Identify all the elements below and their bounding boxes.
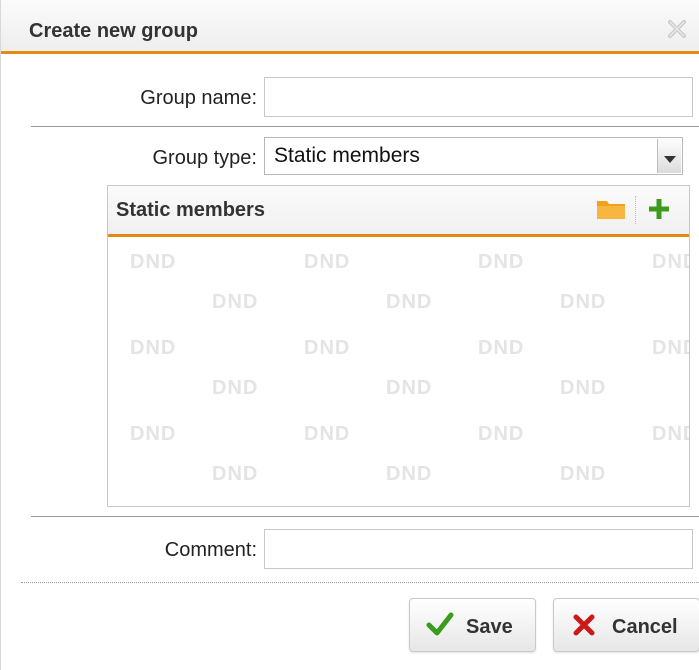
dnd-watermark: DND — [212, 291, 259, 313]
save-button[interactable]: Save — [409, 598, 536, 652]
dnd-watermark: DND — [130, 337, 177, 359]
checkmark-icon — [426, 612, 454, 636]
group-type-select[interactable]: Static members — [264, 137, 683, 175]
folder-icon[interactable] — [596, 198, 626, 220]
cancel-button-label: Cancel — [612, 616, 678, 638]
chevron-down-icon[interactable] — [657, 139, 681, 173]
dnd-watermark: DND — [130, 423, 177, 445]
header-separator — [635, 196, 636, 224]
create-group-dialog: Create new group Group name: Group type:… — [0, 0, 699, 670]
group-name-input[interactable] — [264, 77, 693, 117]
save-button-label: Save — [466, 616, 513, 638]
dnd-watermark: DND — [304, 423, 351, 445]
static-members-header: Static members — [108, 186, 689, 237]
dialog-title: Create new group — [29, 20, 198, 42]
group-type-selected-value: Static members — [274, 144, 420, 167]
dnd-watermark: DND — [652, 423, 689, 445]
dnd-watermark: DND — [130, 251, 177, 273]
x-icon — [573, 614, 595, 636]
footer-divider — [21, 582, 699, 583]
dnd-watermark: DND — [212, 377, 259, 399]
dnd-watermark: DND — [652, 337, 689, 359]
dnd-watermark: DND — [304, 251, 351, 273]
static-members-drop-area[interactable]: DND DND DND DND DND DND DND DND DND DND … — [108, 237, 689, 506]
static-members-panel: Static members DND DND DND DND DND DND D… — [107, 185, 690, 507]
comment-label: Comment: — [164, 539, 257, 561]
dnd-watermark: DND — [386, 377, 433, 399]
group-name-label: Group name: — [140, 87, 257, 109]
dnd-watermark: DND — [478, 337, 525, 359]
dnd-watermark: DND — [212, 463, 259, 485]
dnd-watermark: DND — [652, 251, 689, 273]
close-icon[interactable] — [665, 17, 689, 41]
add-icon[interactable] — [646, 196, 672, 222]
comment-input[interactable] — [264, 529, 693, 569]
dnd-watermark: DND — [478, 423, 525, 445]
divider-bottom — [31, 516, 699, 517]
dnd-watermark: DND — [560, 463, 607, 485]
dnd-watermark: DND — [386, 463, 433, 485]
group-type-label: Group type: — [152, 147, 257, 169]
dnd-watermark: DND — [560, 377, 607, 399]
cancel-button[interactable]: Cancel — [553, 598, 699, 652]
divider-top — [31, 126, 699, 127]
dnd-watermark: DND — [304, 337, 351, 359]
dnd-watermark: DND — [560, 291, 607, 313]
dnd-watermark: DND — [478, 251, 525, 273]
static-members-title: Static members — [116, 199, 265, 221]
dnd-watermark: DND — [386, 291, 433, 313]
dialog-titlebar: Create new group — [1, 0, 699, 54]
